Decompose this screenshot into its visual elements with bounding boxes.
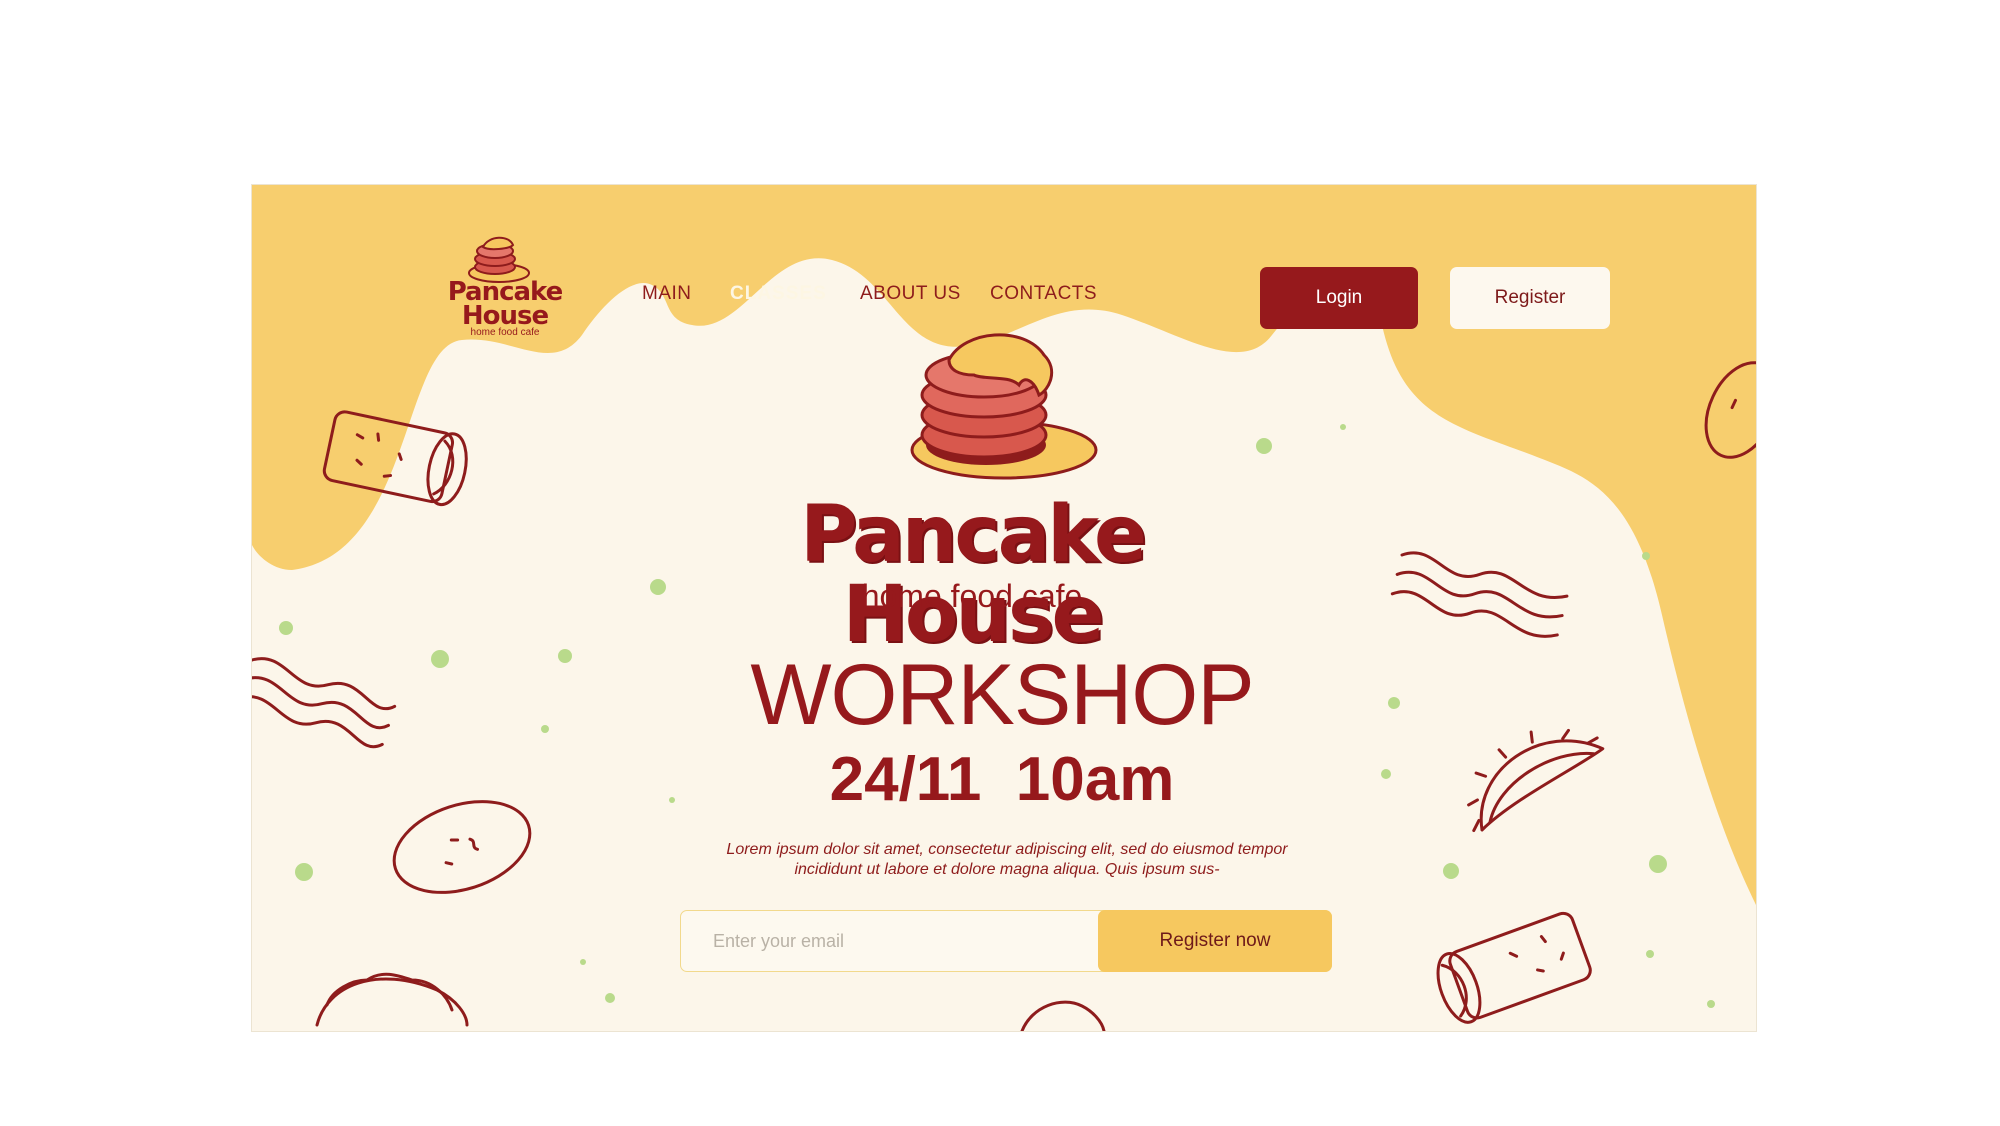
header-logo[interactable]: Pancake House home food cafe — [410, 240, 600, 338]
login-button[interactable]: Login — [1260, 267, 1418, 329]
burrito-icon — [1436, 911, 1592, 1024]
taco-icon — [1467, 728, 1605, 833]
header-logo-name: Pancake House — [447, 277, 564, 331]
nav-classes[interactable]: CLASSES — [730, 283, 827, 305]
dumpling-icon — [315, 972, 469, 1027]
register-button[interactable]: Register — [1450, 267, 1610, 329]
dumpling-icon — [1020, 1000, 1106, 1031]
hero-brand-tagline: home food cafe — [861, 578, 1083, 614]
email-signup-form: Register now — [680, 910, 1332, 972]
bacon-icon — [1390, 551, 1569, 638]
nav-about-us[interactable]: ABOUT US — [860, 283, 961, 305]
register-now-button[interactable]: Register now — [1098, 910, 1332, 972]
pancake-stack-icon — [910, 333, 1098, 480]
hero-datetime: 24/11 10am — [829, 745, 1175, 814]
header-logo-tagline: home food cafe — [470, 327, 540, 338]
hero-title: WORKSHOP — [750, 647, 1254, 743]
email-input[interactable] — [681, 911, 1135, 972]
landing-page-card: Pancake House home food cafe MAIN CLASSE… — [252, 185, 1756, 1031]
bacon-icon — [252, 657, 397, 749]
hero-brand-name: Pancake House — [800, 490, 1147, 660]
nav-main[interactable]: MAIN — [642, 283, 692, 305]
nav-contacts[interactable]: CONTACTS — [990, 283, 1097, 305]
tortilla-icon — [392, 800, 532, 894]
hero-description: Lorem ipsum dolor sit amet, consectetur … — [726, 841, 1288, 878]
